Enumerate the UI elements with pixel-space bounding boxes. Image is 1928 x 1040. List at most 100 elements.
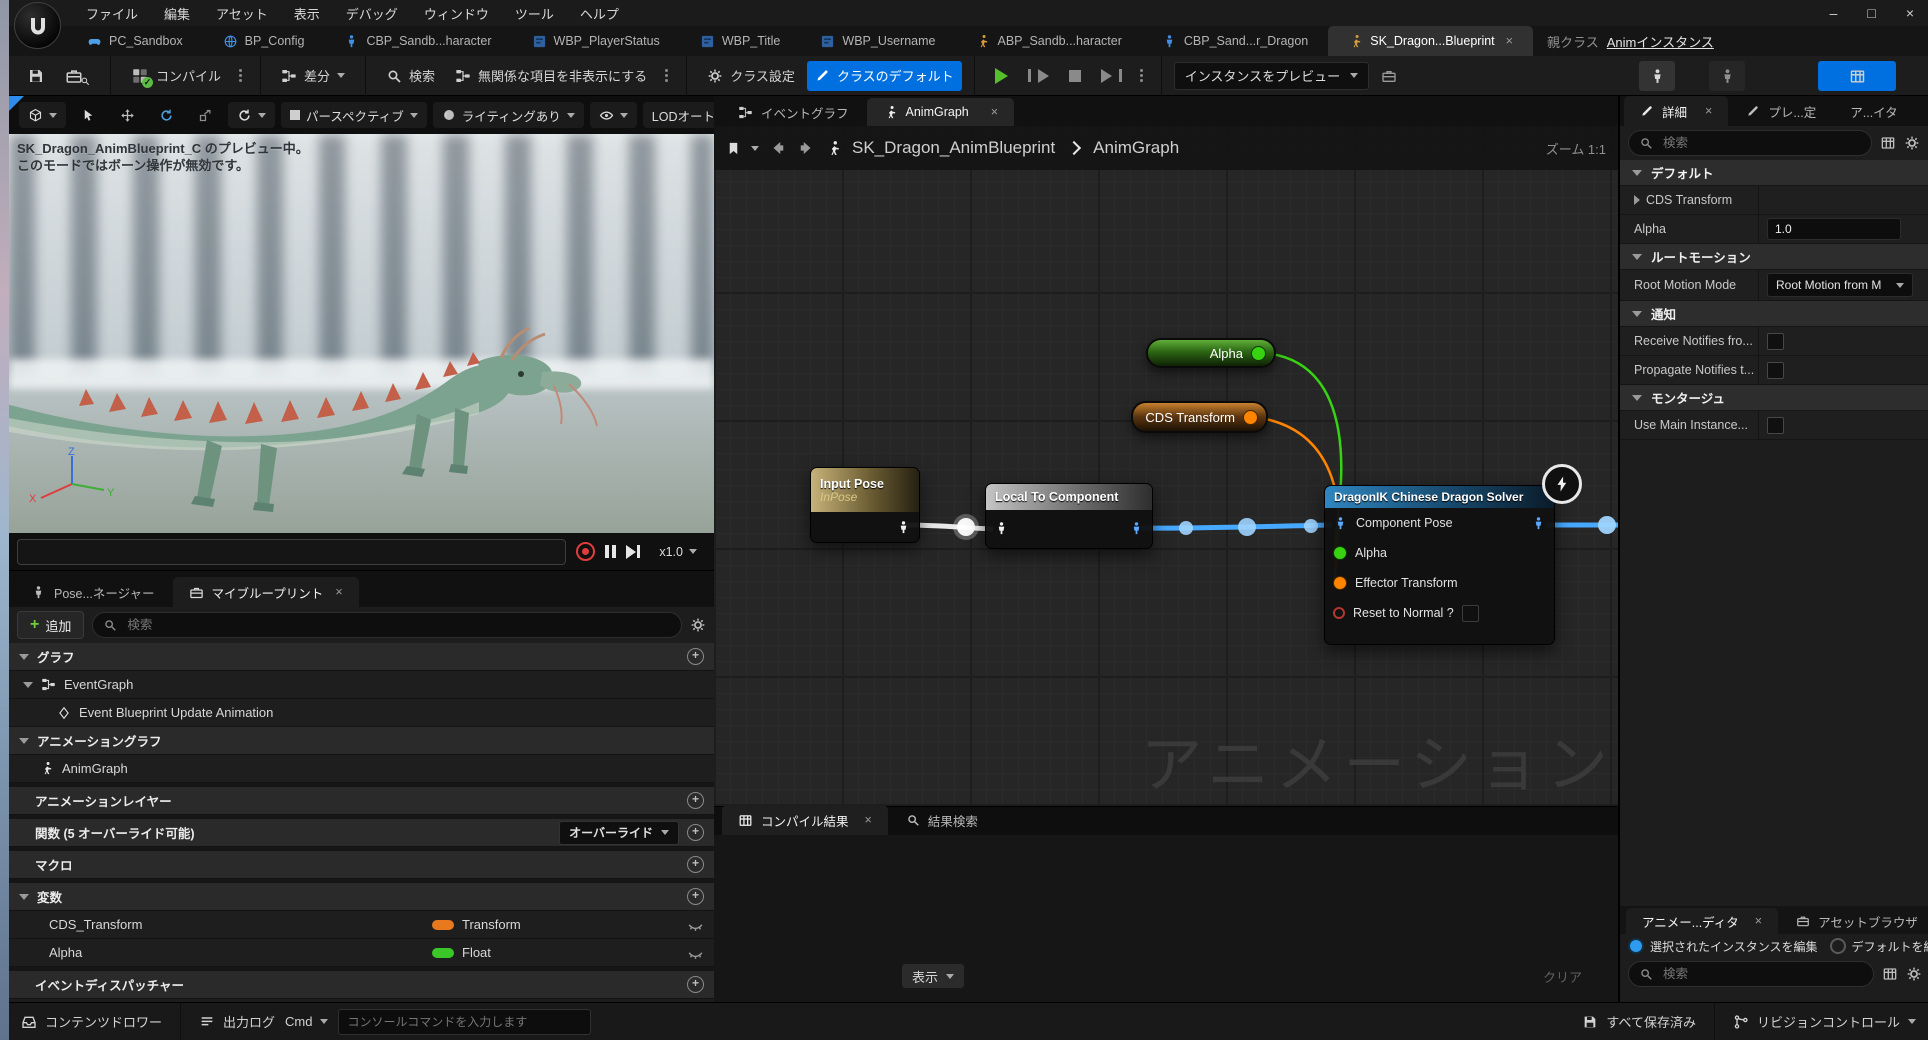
- root-motion-mode-dropdown[interactable]: Root Motion from M: [1767, 273, 1913, 297]
- layout-button[interactable]: [1818, 61, 1896, 91]
- minimize-button[interactable]: –: [1830, 5, 1838, 21]
- tab-sk-dragon-blueprint[interactable]: SK_Dragon...Blueprint×: [1328, 26, 1533, 56]
- back-arrow-icon[interactable]: [769, 139, 787, 157]
- edit-selected-instance-radio[interactable]: [1628, 938, 1644, 954]
- collapse-icon[interactable]: [19, 738, 29, 744]
- close-icon[interactable]: ×: [865, 813, 872, 827]
- tab-bp-config[interactable]: BP_Config: [203, 26, 325, 56]
- chevron-down-icon[interactable]: [751, 146, 759, 151]
- close-icon[interactable]: ×: [1705, 104, 1712, 118]
- reset-input-pin[interactable]: [1333, 607, 1345, 619]
- tab-pose-manager[interactable]: Pose...ネージャー: [15, 577, 171, 607]
- edit-defaults-radio[interactable]: [1830, 938, 1846, 954]
- all-saved-button[interactable]: すべて保存済み: [1582, 1012, 1696, 1031]
- hide-unrelated-options-icon[interactable]: [665, 74, 668, 77]
- output-log-button[interactable]: 出力ログ: [199, 1012, 275, 1031]
- tab-my-blueprint[interactable]: マイブループリント×: [173, 577, 359, 607]
- tab-cbp-sander-dragon[interactable]: CBP_Sand...r_Dragon: [1142, 26, 1328, 56]
- tab-asset-browser[interactable]: アセットブラウザ: [1780, 908, 1928, 934]
- browse-instance-button[interactable]: [1373, 61, 1405, 91]
- snap-rotate-button[interactable]: [228, 102, 275, 128]
- section-default[interactable]: デフォルト: [1620, 160, 1928, 186]
- search-input[interactable]: [1661, 966, 1863, 982]
- clear-button[interactable]: クリア: [1543, 967, 1582, 986]
- settings-gear-icon[interactable]: [1904, 135, 1920, 151]
- tab-event-graph[interactable]: イベントグラフ: [722, 98, 865, 126]
- search-input[interactable]: [1661, 135, 1861, 151]
- breadcrumb-root[interactable]: SK_Dragon_AnimBlueprint: [852, 138, 1055, 158]
- panel-settings-gear-icon[interactable]: [690, 617, 706, 633]
- compile-options-icon[interactable]: [239, 74, 242, 77]
- settings-gear-icon[interactable]: [1906, 966, 1922, 982]
- close-button[interactable]: ×: [1906, 5, 1914, 21]
- my-blueprint-search[interactable]: [92, 612, 682, 638]
- tab-details[interactable]: 詳細×: [1624, 96, 1728, 126]
- preview-mesh-button[interactable]: [1639, 61, 1675, 91]
- menu-tools[interactable]: ツール: [502, 4, 567, 23]
- collapse-icon[interactable]: [23, 682, 33, 688]
- transform-output-pin[interactable]: [1243, 410, 1258, 425]
- item-animgraph[interactable]: AnimGraph: [9, 755, 714, 783]
- add-graph-icon[interactable]: [687, 648, 704, 665]
- menu-debug[interactable]: デバッグ: [333, 4, 411, 23]
- tab-anim-editor[interactable]: アニメー...ディタ×: [1626, 908, 1778, 934]
- eye-closed-icon[interactable]: [687, 944, 704, 961]
- section-functions[interactable]: 関数 (5 オーバーライド可能)オーバーライド: [9, 819, 714, 847]
- tab-wbp-playerstatus[interactable]: WBP_PlayerStatus: [512, 26, 680, 56]
- section-montage[interactable]: モンタージュ: [1620, 385, 1928, 411]
- tab-preview-settings[interactable]: プレ...定: [1730, 96, 1832, 126]
- tab-asset-editor[interactable]: ア...イタ: [1834, 96, 1913, 126]
- hide-unrelated-button[interactable]: 無関係な項目を非表示にする: [447, 61, 655, 91]
- bookmark-icon[interactable]: [726, 141, 741, 156]
- collapse-icon[interactable]: [1632, 311, 1642, 317]
- node-input-pose[interactable]: Input Pose InPose: [810, 467, 920, 543]
- step-forward-button[interactable]: [626, 545, 640, 559]
- class-defaults-button[interactable]: クラスのデフォルト: [807, 61, 962, 91]
- section-graphs[interactable]: グラフ: [9, 643, 714, 671]
- pause-button[interactable]: [605, 545, 616, 558]
- console-command-input[interactable]: [338, 1009, 591, 1035]
- pose-output-pin[interactable]: [896, 520, 911, 535]
- effector-transform-input-pin[interactable]: [1333, 576, 1347, 590]
- content-drawer-button[interactable]: コンテンツドロワー: [21, 1012, 162, 1031]
- node-dragonik-solver[interactable]: DragonIK Chinese Dragon Solver Component…: [1324, 485, 1555, 645]
- reset-checkbox[interactable]: [1462, 605, 1479, 622]
- frame-skip-button[interactable]: [1020, 61, 1057, 91]
- display-filter-icon[interactable]: [1880, 135, 1896, 151]
- add-variable-icon[interactable]: [687, 888, 704, 905]
- tab-pc-sandbox[interactable]: PC_Sandbox: [67, 26, 203, 56]
- menu-edit[interactable]: 編集: [151, 4, 203, 23]
- collapse-icon[interactable]: [1632, 170, 1642, 176]
- alpha-value-input[interactable]: [1767, 218, 1901, 240]
- class-settings-button[interactable]: クラス設定: [699, 61, 803, 91]
- browse-asset-button[interactable]: [57, 61, 98, 91]
- close-icon[interactable]: ×: [335, 585, 342, 599]
- parent-class-link[interactable]: Animインスタンス: [1607, 32, 1714, 51]
- preview-viewport[interactable]: Z X Y SK_Dragon_AnimBlueprint_C のプレビュー中。…: [9, 96, 714, 570]
- cmd-dropdown[interactable]: Cmd: [285, 1014, 328, 1029]
- variable-row-cds-transform[interactable]: CDS_TransformTransform: [9, 911, 714, 939]
- move-tool-button[interactable]: [111, 102, 144, 128]
- node-local-to-component[interactable]: Local To Component: [985, 483, 1153, 549]
- add-layer-icon[interactable]: [687, 792, 704, 809]
- timeline-scrubber[interactable]: [17, 539, 566, 565]
- save-button[interactable]: [19, 61, 53, 91]
- animgraph-canvas[interactable]: SK_Dragon_AnimBlueprint AnimGraph ズーム 1:…: [714, 126, 1618, 806]
- stop-button[interactable]: [1061, 61, 1089, 91]
- override-dropdown[interactable]: オーバーライド: [559, 821, 679, 845]
- variable-row-alpha[interactable]: AlphaFloat: [9, 939, 714, 967]
- item-event-blueprint-update-animation[interactable]: Event Blueprint Update Animation: [9, 699, 714, 727]
- tab-wbp-username[interactable]: WBP_Username: [800, 26, 955, 56]
- section-macros[interactable]: マクロ: [9, 851, 714, 879]
- pose-input-pin[interactable]: [994, 521, 1009, 536]
- forward-arrow-icon[interactable]: [797, 139, 815, 157]
- advance-button[interactable]: [1093, 61, 1130, 91]
- section-event-dispatchers[interactable]: イベントディスパッチャー: [9, 971, 714, 999]
- close-icon[interactable]: ×: [991, 105, 998, 119]
- tab-wbp-title[interactable]: WBP_Title: [680, 26, 801, 56]
- receive-notifies-checkbox[interactable]: [1767, 333, 1784, 350]
- tab-compile-results[interactable]: コンパイル結果×: [722, 805, 888, 835]
- scale-tool-button[interactable]: [189, 102, 222, 128]
- compile-button[interactable]: ✓ コンパイル: [123, 61, 229, 91]
- use-main-instance-checkbox[interactable]: [1767, 417, 1784, 434]
